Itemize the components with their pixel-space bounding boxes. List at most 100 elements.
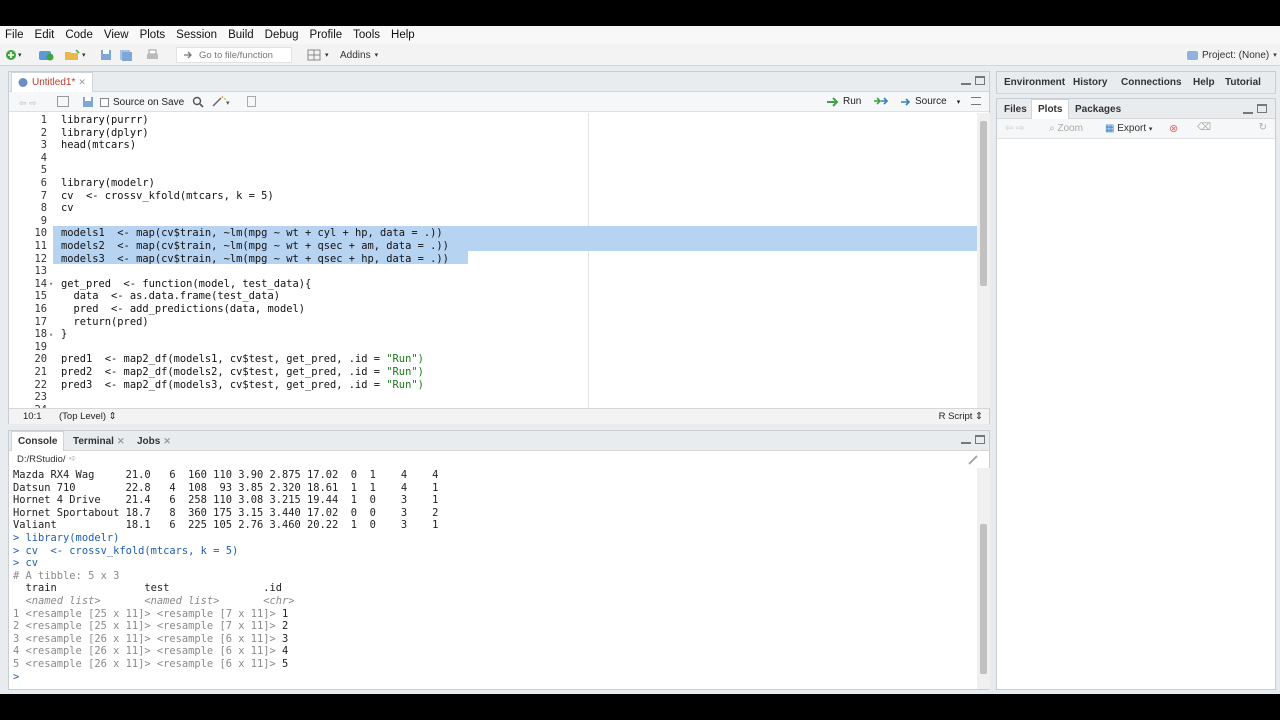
tab-plots[interactable]: Plots bbox=[1031, 99, 1070, 119]
editor-tabbar: Untitled1* ✕ bbox=[9, 72, 989, 92]
menu-profile[interactable]: Profile bbox=[310, 29, 343, 41]
console-line: Mazda RX4 Wag 21.0 6 160 110 3.90 2.875 … bbox=[13, 469, 439, 481]
menu-help[interactable]: Help bbox=[391, 29, 415, 41]
save-icon[interactable] bbox=[100, 48, 112, 62]
go-to-file-input[interactable]: Go to file/function bbox=[176, 47, 292, 63]
print-icon[interactable] bbox=[146, 48, 159, 62]
tab-jobs[interactable]: Jobs ✕ bbox=[131, 431, 177, 451]
project-menu[interactable]: Project: (None) ▾ bbox=[1187, 48, 1277, 62]
files-maximize-icon[interactable] bbox=[1257, 104, 1267, 113]
scope-selector[interactable]: (Top Level) ⇕ bbox=[59, 411, 117, 422]
tab-files[interactable]: Files bbox=[998, 99, 1033, 119]
tab-tutorial[interactable]: Tutorial bbox=[1219, 72, 1267, 92]
tab-connections[interactable]: Connections bbox=[1115, 72, 1188, 92]
outline-icon[interactable] bbox=[971, 97, 981, 105]
tab-console-label: Console bbox=[18, 436, 58, 447]
console-line: # A tibble: 5 x 3 bbox=[13, 569, 120, 582]
line-number: 22 bbox=[34, 378, 47, 391]
checkbox-box[interactable] bbox=[100, 98, 109, 107]
source-dropdown-icon[interactable]: ▾ bbox=[957, 98, 961, 106]
save-all-icon[interactable] bbox=[119, 48, 133, 62]
menu-plots[interactable]: Plots bbox=[140, 29, 166, 41]
menu-build[interactable]: Build bbox=[228, 29, 254, 41]
code-text: library(purrr) bbox=[61, 114, 149, 126]
tab-console[interactable]: Console bbox=[11, 431, 65, 451]
environment-pane: Environment History Connections Help Tut… bbox=[996, 71, 1276, 94]
line-number: 9 bbox=[40, 214, 47, 227]
fold-toggle-icon[interactable]: ▴ bbox=[49, 328, 53, 341]
run-button[interactable]: Run bbox=[826, 96, 861, 107]
menu-debug[interactable]: Debug bbox=[265, 29, 299, 41]
minimize-pane-icon[interactable] bbox=[961, 77, 971, 85]
maximize-pane-icon[interactable] bbox=[975, 76, 985, 85]
menu-edit[interactable]: Edit bbox=[35, 29, 55, 41]
close-tab-icon[interactable]: ✕ bbox=[78, 77, 86, 88]
open-file-icon[interactable]: ▾ bbox=[64, 48, 86, 62]
zoom-icon: ⌕ bbox=[1049, 123, 1055, 134]
search-icon[interactable] bbox=[192, 96, 204, 111]
close-terminal-icon[interactable]: ✕ bbox=[117, 436, 125, 447]
menu-tools[interactable]: Tools bbox=[353, 29, 380, 41]
tab-untitled1[interactable]: Untitled1* ✕ bbox=[11, 72, 93, 92]
line-number: 15 bbox=[34, 290, 47, 303]
files-minimize-icon[interactable] bbox=[1243, 106, 1253, 114]
zoom-button[interactable]: ⌕ Zoom bbox=[1049, 123, 1083, 134]
menu-file[interactable]: File bbox=[5, 29, 24, 41]
line-number: 2 bbox=[40, 126, 47, 139]
margin-line bbox=[588, 113, 589, 408]
console-scroll-thumb[interactable] bbox=[980, 524, 987, 674]
back-forward-icon[interactable]: ⇦ ⇨ bbox=[19, 98, 37, 109]
code-editor[interactable]: 1 library(purrr) 2 library(dplyr) 3 head(mtca… bbox=[9, 113, 977, 408]
menu-view[interactable]: View bbox=[104, 29, 129, 41]
menu-code[interactable]: Code bbox=[65, 29, 93, 41]
zoom-label: Zoom bbox=[1057, 123, 1083, 134]
plot-back-forward-icon[interactable]: ⇦ ⇨ bbox=[1005, 123, 1025, 134]
tab-environment[interactable]: Environment bbox=[998, 72, 1071, 92]
new-file-icon[interactable]: ▾ bbox=[5, 48, 22, 62]
close-jobs-icon[interactable]: ✕ bbox=[163, 436, 171, 447]
line-number: 5 bbox=[40, 164, 47, 177]
goto-dir-icon[interactable]: ➪ bbox=[69, 453, 77, 464]
magic-wand-icon[interactable]: ▾ bbox=[211, 95, 231, 111]
menu-session[interactable]: Session bbox=[176, 29, 217, 41]
tab-help[interactable]: Help bbox=[1187, 72, 1221, 92]
export-icon: ▦ bbox=[1105, 123, 1115, 134]
tab-packages[interactable]: Packages bbox=[1069, 99, 1127, 119]
console-minimize-icon[interactable] bbox=[961, 436, 971, 444]
clear-console-icon[interactable] bbox=[967, 454, 979, 468]
console-maximize-icon[interactable] bbox=[975, 435, 985, 444]
console-tabbar: Console Terminal ✕ Jobs ✕ bbox=[9, 431, 989, 451]
line-number: 10 bbox=[34, 227, 47, 240]
line-number: 12 bbox=[34, 252, 47, 265]
rerun-icon[interactable] bbox=[873, 96, 889, 109]
remove-plot-icon[interactable]: ⊗ bbox=[1169, 122, 1178, 135]
console-line: > library(modelr) bbox=[13, 532, 120, 544]
code-text: pred2 <- map2_df(models2, cv$test, get_p… bbox=[61, 366, 424, 378]
grid-layout-icon[interactable]: ▾ bbox=[307, 48, 329, 62]
console-line: Datsun 710 22.8 4 108 93 3.85 2.320 18.6… bbox=[13, 481, 439, 494]
export-button[interactable]: ▦ Export ▾ bbox=[1105, 123, 1152, 134]
source-on-save-checkbox[interactable]: Source on Save bbox=[100, 97, 184, 108]
code-text: models2 <- map(cv$train, ~lm(mpg ~ wt + … bbox=[61, 240, 449, 252]
console-scrollbar[interactable] bbox=[977, 468, 990, 689]
editor-scrollbar[interactable] bbox=[977, 113, 990, 408]
new-project-icon[interactable] bbox=[38, 48, 54, 62]
export-label: Export bbox=[1117, 123, 1147, 134]
editor-save-icon[interactable] bbox=[82, 96, 94, 111]
console-output[interactable]: Mazda RX4 Wag 21.0 6 160 110 3.90 2.875 … bbox=[9, 468, 977, 689]
addins-menu[interactable]: Addins ▾ bbox=[340, 48, 378, 62]
file-type-label: R Script bbox=[938, 411, 973, 422]
clear-plots-icon[interactable]: ⌫ bbox=[1197, 122, 1211, 133]
line-number: 3 bbox=[40, 139, 47, 152]
tab-history[interactable]: History bbox=[1067, 72, 1113, 92]
file-type-selector[interactable]: R Script ⇕ bbox=[939, 411, 983, 422]
fold-toggle-icon[interactable]: ▾ bbox=[49, 278, 53, 291]
refresh-plot-icon[interactable]: ↻ bbox=[1259, 122, 1267, 133]
tab-terminal[interactable]: Terminal ✕ bbox=[67, 431, 130, 451]
line-number: 13 bbox=[34, 265, 47, 278]
compile-report-icon[interactable] bbox=[247, 96, 256, 107]
source-arrow-icon bbox=[901, 97, 911, 106]
show-in-window-icon[interactable] bbox=[57, 96, 69, 107]
editor-scroll-thumb[interactable] bbox=[980, 121, 987, 286]
source-button[interactable]: Source ▾ bbox=[900, 96, 960, 107]
